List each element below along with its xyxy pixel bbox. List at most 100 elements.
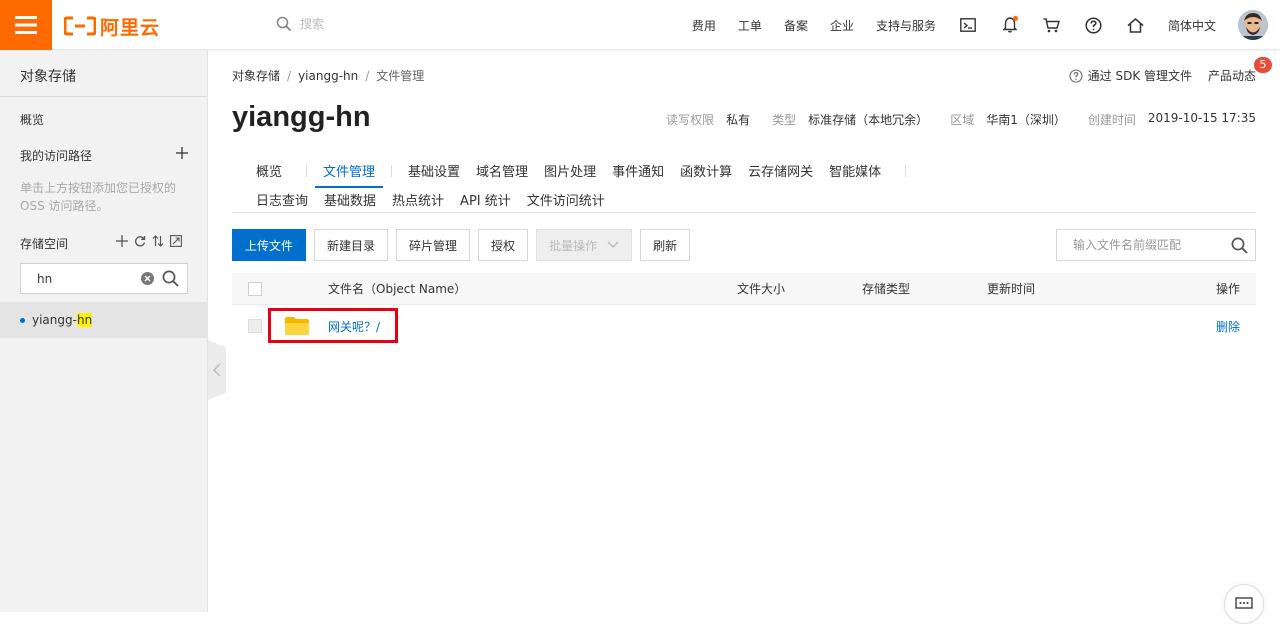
language-switch[interactable]: 简体中文 [1168,17,1216,34]
tab-divider [391,164,393,177]
cart-icon[interactable] [1042,15,1062,35]
breadcrumb-bucket[interactable]: yiangg-hn [298,69,358,83]
page-title: yiangg-hn [232,101,371,133]
help-icon[interactable] [1084,15,1104,35]
sidebar-collapse-handle[interactable] [208,340,226,400]
batch-operation-button[interactable]: 批量操作 [536,229,633,261]
bucket-name-prefix: yiangg- [32,313,77,327]
logo-text: 阿里云 [100,16,161,39]
nav-billing[interactable]: 费用 [692,17,716,34]
sidebar-item-overview[interactable]: 概览 [20,111,44,128]
chevron-left-icon [213,363,221,377]
col-file-name[interactable]: 文件名（Object Name） [328,273,466,304]
global-search-placeholder: 搜索 [300,17,325,31]
created-value: 2019-10-15 17:35 [1147,111,1256,125]
type-value: 标准存储（本地冗余） [808,113,929,127]
acl-value: 私有 [726,113,751,127]
search-icon [276,16,292,31]
notification-dot [1012,16,1018,21]
col-actions: 操作 [1215,282,1240,296]
bucket-filter-input[interactable]: hn [20,263,188,294]
upload-file-button[interactable]: 上传文件 [232,229,307,261]
add-path-icon[interactable] [176,147,188,159]
aliyun-logo-icon [64,16,96,36]
chat-icon [1235,597,1253,609]
bucket-bullet [20,317,25,323]
tab-overview[interactable]: 概览 [256,161,282,180]
delete-link[interactable]: 删除 [1216,318,1240,335]
terminal-icon[interactable] [958,15,978,35]
batch-operation-label: 批量操作 [549,238,598,253]
acl-label: 读写权限 [666,113,715,127]
col-file-size: 文件大小 [737,282,786,296]
tab-file-management[interactable]: 文件管理 [315,161,384,188]
bucket-meta: 读写权限 私有 类型 标准存储（本地冗余） 区域 华南1（深圳） 创建时间 20… [666,111,1256,128]
refresh-icon[interactable] [134,235,146,247]
file-search-icon[interactable] [1231,237,1248,254]
sdk-manage-link[interactable]: 通过 SDK 管理文件 [1069,67,1192,84]
tab-log-query[interactable]: 日志查询 [256,190,308,209]
file-toolbar: 上传文件 新建目录 碎片管理 授权 批量操作 刷新 [232,229,698,261]
nav-support[interactable]: 支持与服务 [876,17,936,34]
add-bucket-icon[interactable] [116,235,128,247]
tab-hotspot-stats[interactable]: 热点统计 [392,190,444,209]
nav-icp[interactable]: 备案 [784,17,808,34]
tab-basic-settings[interactable]: 基础设置 [408,161,460,180]
authorize-button[interactable]: 授权 [478,229,529,261]
chat-button[interactable] [1224,584,1264,624]
tab-function-compute[interactable]: 函数计算 [680,161,732,180]
expand-icon[interactable] [170,235,182,247]
top-nav: 费用 工单 备案 企业 支持与服务 简体中文 [692,0,1280,50]
tab-intelligent-media[interactable]: 智能媒体 [829,161,881,180]
region-label: 区域 [950,113,975,127]
bell-icon[interactable] [1000,15,1020,35]
nav-enterprise[interactable]: 企业 [830,17,854,34]
tab-domain-management[interactable]: 域名管理 [476,161,528,180]
bucket-search-icon[interactable] [162,270,179,287]
bucket-item-yiangg-hn[interactable]: yiangg-hn [0,302,207,338]
select-all-checkbox[interactable] [248,281,262,296]
sidebar: 对象存储 概览 我的访问路径 单击上方按钮添加您已授权的 OSS 访问路径。 存… [0,50,208,612]
tabs-row-2: 日志查询 基础数据 热点统计 API 统计 文件访问统计 [256,190,605,209]
tabs-row-1: 概览 文件管理 基础设置 域名管理 图片处理 事件通知 函数计算 云存储网关 智… [256,161,907,188]
bucket-name-match: hn [76,313,93,327]
new-directory-button[interactable]: 新建目录 [314,229,389,261]
clear-icon[interactable] [141,272,154,285]
tab-file-access-stats[interactable]: 文件访问统计 [527,190,605,209]
bucket-filter-value: hn [37,271,53,286]
breadcrumb: 对象存储 / yiangg-hn / 文件管理 [232,69,425,83]
sidebar-item-access-paths[interactable]: 我的访问路径 [20,147,92,164]
fragment-management-button[interactable]: 碎片管理 [396,229,471,261]
hamburger-icon [15,16,37,34]
tab-divider [905,164,907,177]
tab-divider [306,164,308,177]
tab-event-notification[interactable]: 事件通知 [612,161,664,180]
file-table-header: 文件名（Object Name） 文件大小 存储类型 更新时间 操作 [232,273,1256,305]
news-count-badge: 5 [1254,57,1272,73]
menu-button[interactable] [0,0,52,50]
tab-image-processing[interactable]: 图片处理 [544,161,596,180]
sidebar-title: 对象存储 [0,50,207,97]
tab-basic-data[interactable]: 基础数据 [324,190,376,209]
file-search-input[interactable] [1073,238,1231,252]
refresh-button[interactable]: 刷新 [640,229,691,261]
breadcrumb-current: 文件管理 [376,69,425,83]
tab-storage-gateway[interactable]: 云存储网关 [748,161,813,180]
sort-icon[interactable] [152,235,164,247]
aliyun-logo[interactable]: 阿里云 [64,14,161,39]
global-search[interactable]: 搜索 [276,15,324,32]
col-updated-time: 更新时间 [987,282,1036,296]
chevron-down-icon [607,241,619,249]
row-checkbox[interactable] [248,319,262,333]
user-avatar[interactable] [1238,10,1268,40]
sdk-link-text: 通过 SDK 管理文件 [1087,69,1192,83]
tab-api-stats[interactable]: API 统计 [460,190,511,209]
access-path-hint: 单击上方按钮添加您已授权的 OSS 访问路径。 [20,181,177,213]
highlight-box [268,308,398,343]
breadcrumb-oss[interactable]: 对象存储 [232,69,280,83]
top-bar: 阿里云 搜索 费用 工单 备案 企业 支持与服务 简体中文 [0,0,1280,50]
product-news-link[interactable]: 产品动态 [1208,67,1256,84]
home-icon[interactable] [1126,15,1146,35]
nav-tickets[interactable]: 工单 [738,17,762,34]
buckets-label: 存储空间 [20,237,69,251]
